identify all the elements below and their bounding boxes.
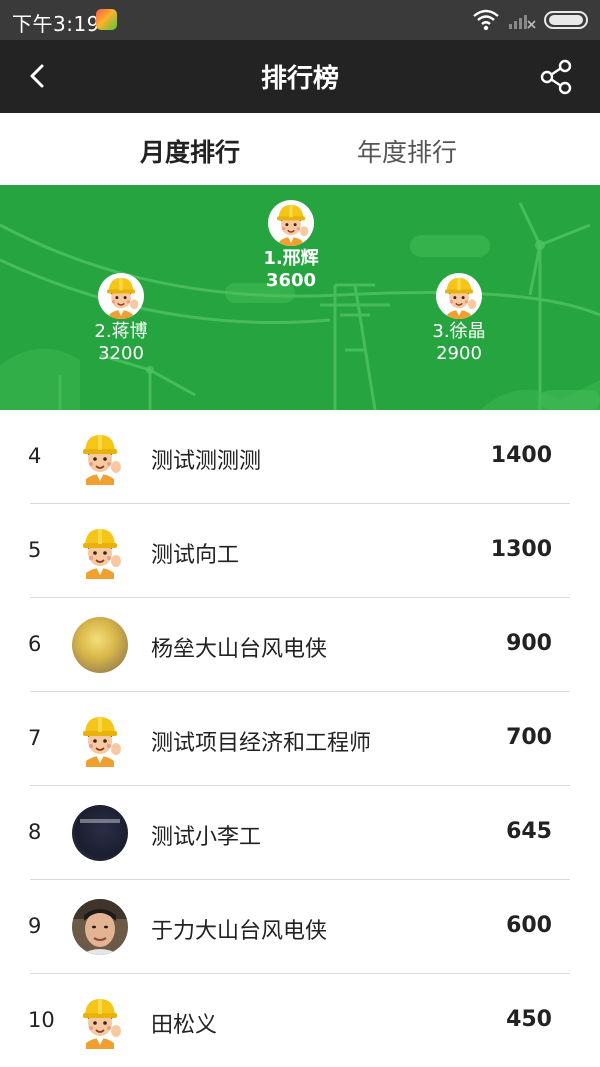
user-name: 于力大山台风电侠 — [151, 919, 328, 944]
avatar — [268, 200, 314, 246]
list-item[interactable]: 5 测试向工 1300 — [0, 504, 600, 598]
nav-bar: 排行榜 — [0, 40, 600, 113]
user-name: 测试测测测 — [151, 449, 262, 474]
rank-number: 4 — [28, 444, 42, 468]
user-score: 900 — [506, 631, 552, 656]
list-item[interactable]: 6 杨垒大山台风电侠 900 — [0, 598, 600, 692]
podium-banner: 1.邢辉 3600 2.蒋博 3200 3.徐晶 2900 — [0, 185, 600, 410]
avatar — [72, 805, 128, 861]
page-title: 排行榜 — [260, 64, 339, 94]
share-button[interactable] — [536, 56, 578, 98]
user-score: 450 — [506, 1007, 552, 1032]
list-item[interactable]: 9 于力大山台风电侠 600 — [0, 880, 600, 974]
user-name: 杨垒大山台风电侠 — [151, 637, 328, 662]
rank-number: 9 — [28, 914, 42, 938]
user-name: 测试项目经济和工程师 — [151, 731, 372, 756]
user-name: 测试向工 — [151, 543, 240, 568]
podium-score: 3600 — [265, 270, 317, 291]
avatar — [98, 273, 144, 319]
user-name: 田松义 — [151, 1013, 218, 1038]
avatar — [436, 273, 482, 319]
avatar — [72, 993, 128, 1049]
battery-icon — [544, 11, 588, 29]
status-time: 下午3:19 — [12, 12, 100, 36]
tab-monthly[interactable]: 月度排行 — [140, 133, 240, 169]
list-item[interactable]: 8 测试小李工 645 — [0, 786, 600, 880]
podium-score: 2900 — [436, 343, 482, 364]
podium-name: 2.蒋博 — [94, 321, 148, 342]
avatar — [72, 711, 128, 767]
tab-yearly[interactable]: 年度排行 — [357, 133, 457, 169]
user-score: 1400 — [490, 443, 552, 468]
list-item[interactable]: 10 田松义 450 — [0, 974, 600, 1067]
app-icon — [96, 9, 117, 30]
wifi-icon — [472, 7, 500, 35]
ranking-tabs: 月度排行 年度排行 — [0, 113, 600, 185]
user-name: 测试小李工 — [151, 825, 262, 850]
share-icon — [540, 59, 572, 95]
rank-number: 8 — [28, 820, 42, 844]
user-score: 600 — [506, 913, 552, 938]
rank-number: 6 — [28, 632, 42, 656]
avatar — [72, 429, 128, 485]
podium-second[interactable]: 2.蒋博 3200 — [51, 273, 191, 365]
avatar — [72, 899, 128, 955]
rank-number: 7 — [28, 726, 42, 750]
status-bar: 下午3:19 — [0, 0, 600, 40]
avatar — [72, 617, 128, 673]
podium-name: 3.徐晶 — [432, 321, 486, 342]
podium-name: 1.邢辉 — [263, 248, 319, 269]
rank-number: 5 — [28, 538, 42, 562]
user-score: 645 — [506, 819, 552, 844]
podium-first[interactable]: 1.邢辉 3600 — [221, 200, 361, 292]
user-score: 1300 — [490, 537, 552, 562]
user-score: 700 — [506, 725, 552, 750]
list-item[interactable]: 4 测试测测测 1400 — [0, 410, 600, 504]
list-item[interactable]: 7 测试项目经济和工程师 700 — [0, 692, 600, 786]
podium-score: 3200 — [98, 343, 144, 364]
signal-icon — [508, 10, 536, 34]
ranking-list: 4 测试测测测 1400 5 测试向工 1300 6 杨垒大山台风电侠 900 … — [0, 410, 600, 1067]
avatar — [72, 523, 128, 579]
rank-number: 10 — [28, 1008, 55, 1032]
podium-third[interactable]: 3.徐晶 2900 — [389, 273, 529, 365]
